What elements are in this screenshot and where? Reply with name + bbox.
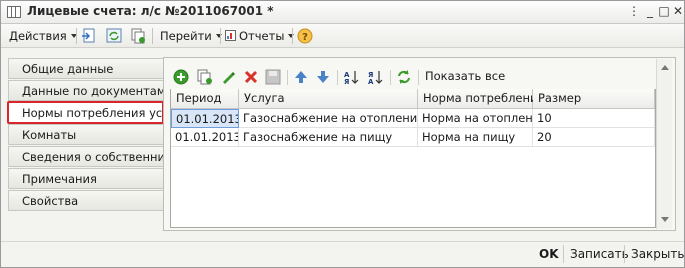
- column-header-size[interactable]: Размер: [533, 89, 655, 109]
- column-header-norm[interactable]: Норма потребления: [418, 89, 544, 109]
- table-icon: [7, 6, 21, 18]
- tab-documents[interactable]: Данные по документам: [8, 80, 166, 101]
- tab-notes[interactable]: Примечания: [8, 168, 163, 189]
- panel-toolbar-divider: [337, 70, 338, 85]
- reports-menu[interactable]: Отчеты: [225, 28, 295, 45]
- close-window-button[interactable]: ✕: [670, 4, 685, 19]
- refresh-icon[interactable]: [396, 69, 412, 85]
- vertical-scrollbar[interactable]: [656, 59, 672, 229]
- report-icon: [225, 30, 236, 41]
- goto-menu[interactable]: Перейти: [160, 28, 222, 45]
- tab-general[interactable]: Общие данные: [8, 58, 163, 79]
- sort-descending-icon[interactable]: Я A: [367, 69, 383, 85]
- title-bar: Лицевые счета: л/с №2011067001 * ⋮ _ □ ✕: [1, 1, 684, 24]
- tab-rooms[interactable]: Комнаты: [8, 124, 163, 145]
- account-window: Лицевые счета: л/с №2011067001 * ⋮ _ □ ✕…: [0, 0, 685, 268]
- cell-period[interactable]: 01.01.2013: [171, 128, 239, 147]
- cell-norm[interactable]: Норма на пищу: [418, 128, 533, 147]
- svg-text:Я: Я: [344, 78, 349, 85]
- actions-menu[interactable]: Действия: [9, 28, 77, 45]
- tab-owner-info[interactable]: Сведения о собственнике: [8, 146, 179, 167]
- scroll-down-icon[interactable]: [661, 217, 669, 222]
- tab-properties[interactable]: Свойства: [8, 190, 163, 211]
- column-header-service[interactable]: Услуга: [239, 89, 418, 109]
- cell-size[interactable]: 10: [533, 109, 655, 128]
- close-button[interactable]: Закрыть: [631, 247, 684, 261]
- sort-ascending-icon[interactable]: A Я: [343, 69, 359, 85]
- scroll-up-icon[interactable]: [661, 65, 669, 70]
- add-icon[interactable]: [173, 69, 189, 85]
- cell-service[interactable]: Газоснабжение на отопление: [239, 109, 418, 128]
- footer-divider: [624, 245, 625, 263]
- copy-row-icon[interactable]: [197, 69, 213, 85]
- toolbar-divider: [220, 28, 221, 44]
- footer-divider: [563, 245, 564, 263]
- delete-icon[interactable]: [243, 69, 259, 85]
- cell-size[interactable]: 20: [533, 128, 655, 147]
- panel-toolbar-divider: [287, 70, 288, 85]
- open-document-icon[interactable]: [81, 28, 97, 44]
- cell-norm[interactable]: Норма на отопление: [418, 109, 533, 128]
- goto-label: Перейти: [160, 29, 212, 43]
- cell-period[interactable]: 01.01.2013: [171, 109, 239, 128]
- panel-toolbar-divider: [418, 70, 419, 85]
- toolbar-divider: [76, 28, 77, 44]
- window-menu-button[interactable]: ⋮: [626, 4, 642, 19]
- ok-button[interactable]: OK: [539, 247, 559, 261]
- window-title: Лицевые счета: л/с №2011067001 *: [27, 4, 274, 18]
- move-down-icon[interactable]: [315, 69, 331, 85]
- move-up-icon[interactable]: [293, 69, 309, 85]
- reports-label: Отчеты: [239, 29, 285, 43]
- show-all-button[interactable]: Показать все: [425, 69, 505, 83]
- column-header-period[interactable]: Период: [171, 89, 239, 109]
- main-toolbar: Действия Перейти Отчеты ?: [1, 24, 684, 48]
- help-icon[interactable]: ?: [297, 28, 313, 44]
- svg-text:?: ?: [302, 32, 308, 43]
- cell-service[interactable]: Газоснабжение на пищу: [239, 128, 418, 147]
- toolbar-divider: [292, 28, 293, 44]
- edit-icon[interactable]: [220, 69, 236, 85]
- panel-toolbar-divider: [390, 70, 391, 85]
- refresh-document-icon[interactable]: [106, 28, 122, 44]
- save-button[interactable]: Записать: [570, 247, 629, 261]
- highlight-frame: [7, 101, 164, 124]
- actions-label: Действия: [9, 29, 67, 43]
- save-row-icon[interactable]: [265, 69, 281, 85]
- copy-document-icon[interactable]: [130, 28, 146, 44]
- toolbar-divider: [152, 28, 153, 44]
- svg-text:A: A: [368, 78, 374, 85]
